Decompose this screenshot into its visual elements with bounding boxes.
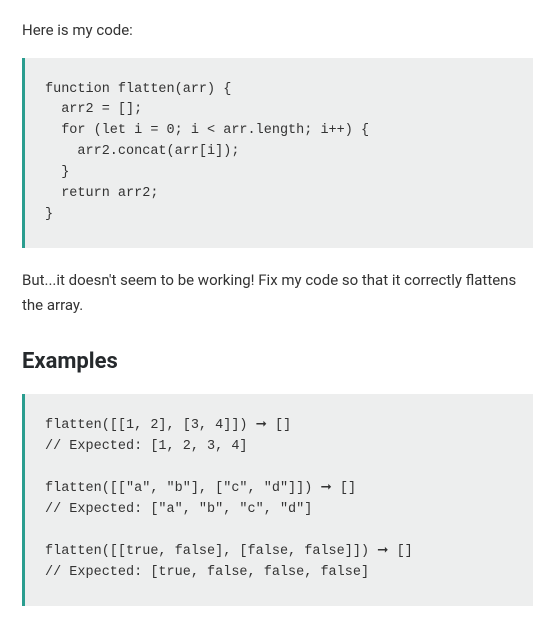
examples-heading: Examples xyxy=(22,343,533,380)
examples-block: flatten([[1, 2], [3, 4]]) ➞ [] // Expect… xyxy=(22,394,533,605)
code-block: function flatten(arr) { arr2 = []; for (… xyxy=(22,58,533,248)
body-text: But...it doesn't seem to be working! Fix… xyxy=(22,268,533,319)
intro-text: Here is my code: xyxy=(22,18,533,44)
